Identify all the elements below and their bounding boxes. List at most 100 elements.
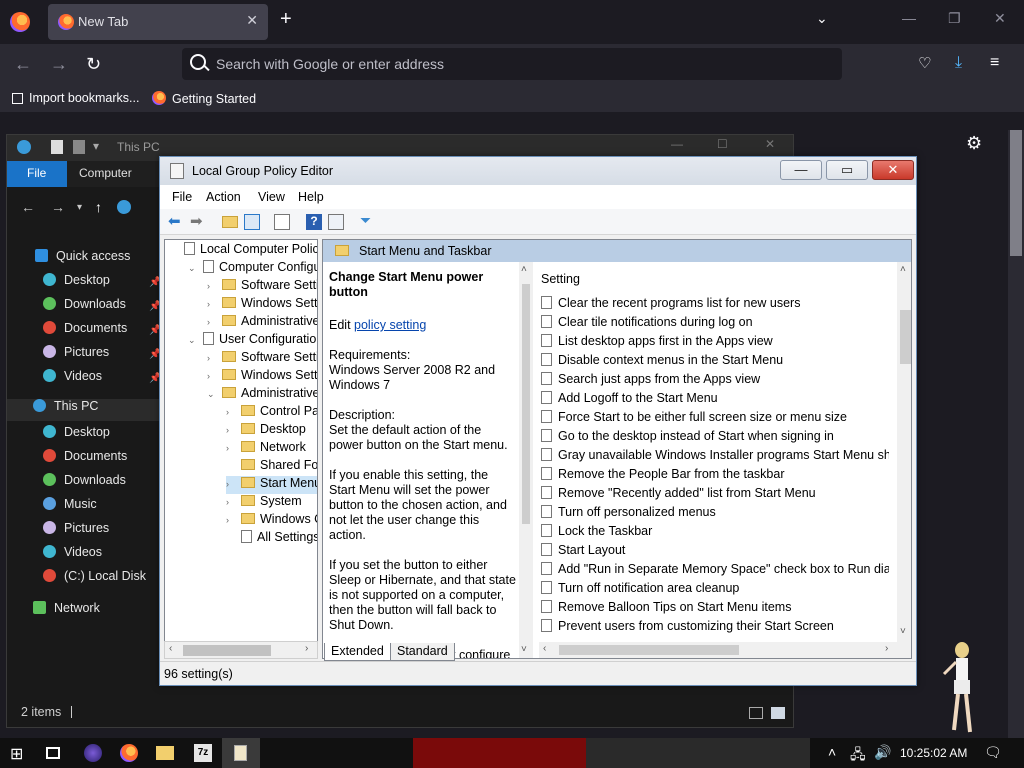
tree-horizontal-scrollbar[interactable]: ‹ › xyxy=(164,641,318,659)
restore-icon[interactable]: ❐ xyxy=(948,10,961,27)
back-icon[interactable]: ← xyxy=(14,54,32,75)
tab-extended[interactable]: Extended xyxy=(324,643,391,661)
scroll-left-icon[interactable]: ‹ xyxy=(543,643,546,654)
chevron-right-icon[interactable]: › xyxy=(207,371,219,381)
up-one-level-icon[interactable] xyxy=(222,216,238,228)
explorer-up-icon[interactable]: ↑ xyxy=(95,199,102,215)
new-tab-button[interactable]: + xyxy=(280,8,292,31)
setting-row[interactable]: Prevent users from customizing their Sta… xyxy=(541,619,889,638)
export-list-icon[interactable] xyxy=(274,214,290,230)
downloads-icon[interactable]: ⤓ xyxy=(955,54,962,72)
forward-icon[interactable]: → xyxy=(50,54,68,75)
network-tray-icon[interactable]: 🖧 xyxy=(850,744,866,768)
settings-hscroll-thumb[interactable] xyxy=(559,645,739,655)
tree-item[interactable]: › Network xyxy=(226,440,306,458)
gpe-minimize-button[interactable]: — xyxy=(780,160,822,180)
gear-icon[interactable]: ⚙ xyxy=(966,133,982,154)
gpe-close-button[interactable]: ✕ xyxy=(872,160,914,180)
description-scroll-thumb[interactable] xyxy=(522,284,530,524)
nav-pc-downloads[interactable]: Downloads xyxy=(43,473,126,495)
nav-pictures[interactable]: Pictures xyxy=(43,345,109,367)
setting-row[interactable]: Remove "Recently added" list from Start … xyxy=(541,486,889,505)
tree-item[interactable]: › Software Settings xyxy=(207,278,317,296)
scroll-right-icon[interactable]: › xyxy=(885,643,888,654)
chevron-right-icon[interactable]: › xyxy=(226,443,238,453)
chevron-right-icon[interactable]: › xyxy=(226,407,238,417)
firefox-logo-icon[interactable] xyxy=(10,12,30,32)
chevron-right-icon[interactable]: › xyxy=(226,497,238,507)
menu-view[interactable]: View xyxy=(258,190,285,204)
settings-column-header[interactable]: Setting xyxy=(541,272,580,286)
browser-app-icon[interactable] xyxy=(84,744,102,762)
tree-item[interactable]: › System xyxy=(226,494,302,512)
tree-item[interactable]: ⌄ Computer Configura xyxy=(188,260,317,278)
quick-toolbar-dropdown-icon[interactable]: ▾ xyxy=(93,139,99,153)
start-windows-icon[interactable]: ⊞ xyxy=(10,744,28,763)
tree-scroll-thumb[interactable] xyxy=(183,645,271,656)
view-toggle-icons[interactable] xyxy=(749,705,789,721)
nav-this-pc[interactable]: This PC xyxy=(7,399,159,421)
setting-row[interactable]: List desktop apps first in the Apps view xyxy=(541,334,889,353)
setting-row[interactable]: Search just apps from the Apps view xyxy=(541,372,889,391)
tree-item[interactable]: › Desktop xyxy=(226,422,306,440)
recent-locations-icon[interactable]: ▾ xyxy=(77,202,82,213)
show-hide-tree-icon[interactable] xyxy=(244,214,260,230)
file-explorer-taskbar-icon[interactable] xyxy=(156,746,174,760)
nav-pc-local-disk[interactable]: (C:) Local Disk xyxy=(43,569,146,591)
forward-arrow-icon[interactable]: ➡ xyxy=(190,212,206,230)
scroll-right-icon[interactable]: › xyxy=(305,643,308,654)
filter-icon[interactable]: ⏷ xyxy=(360,212,376,228)
tab-close-icon[interactable]: ✕ xyxy=(246,12,258,29)
minimize-icon[interactable]: — xyxy=(902,10,916,26)
chevron-down-icon[interactable]: ⌄ xyxy=(188,335,200,346)
edit-policy-link[interactable]: policy setting xyxy=(354,318,426,332)
pocket-icon[interactable]: ♡ xyxy=(918,54,931,72)
bookmark-import[interactable]: Import bookmarks... xyxy=(12,91,139,105)
chevron-right-icon[interactable]: › xyxy=(226,425,238,435)
gpe-maximize-button[interactable]: ▭ xyxy=(826,160,868,180)
address-input[interactable]: Search with Google or enter address xyxy=(216,56,444,72)
menu-file[interactable]: File xyxy=(172,190,192,204)
chevron-right-icon[interactable]: › xyxy=(226,479,238,489)
nav-pc-videos[interactable]: Videos xyxy=(43,545,102,567)
setting-row[interactable]: Turn off notification area cleanup xyxy=(541,581,889,600)
notifications-icon[interactable]: 🗨 xyxy=(984,744,1002,761)
tree-item[interactable]: › Windows Setting xyxy=(207,368,317,386)
menu-icon[interactable]: ≡ xyxy=(990,54,999,72)
scroll-left-icon[interactable]: ‹ xyxy=(169,643,172,654)
nav-desktop[interactable]: Desktop xyxy=(43,273,110,295)
explorer-maximize-icon[interactable]: ☐ xyxy=(717,137,728,151)
list-all-tabs-icon[interactable]: ⌄ xyxy=(816,10,828,27)
setting-row[interactable]: Remove Balloon Tips on Start Menu items xyxy=(541,600,889,619)
setting-row[interactable]: Clear tile notifications during log on xyxy=(541,315,889,334)
ribbon-tab-file[interactable]: File xyxy=(7,161,67,187)
taskbar-clock[interactable]: 10:25:02 AM xyxy=(900,746,967,760)
nav-videos[interactable]: Videos xyxy=(43,369,102,391)
setting-row[interactable]: Add "Run in Separate Memory Space" check… xyxy=(541,562,889,581)
help-icon[interactable]: ? xyxy=(306,214,322,230)
nav-pc-desktop[interactable]: Desktop xyxy=(43,425,110,447)
tree-item[interactable]: All Settings xyxy=(226,530,317,548)
explorer-close-icon[interactable]: ✕ xyxy=(765,137,775,151)
chevron-down-icon[interactable]: ⌄ xyxy=(188,263,200,274)
chevron-right-icon[interactable]: › xyxy=(226,515,238,525)
chevron-right-icon[interactable]: › xyxy=(207,299,219,309)
chevron-right-icon[interactable]: › xyxy=(207,353,219,363)
page-scrollbar-thumb[interactable] xyxy=(1010,130,1022,256)
scroll-up-icon[interactable]: ˄ xyxy=(521,264,527,275)
setting-row[interactable]: Go to the desktop instead of Start when … xyxy=(541,429,889,448)
close-window-icon[interactable]: ✕ xyxy=(994,10,1006,27)
tree-item[interactable]: Shared Folder xyxy=(226,458,317,476)
explorer-minimize-icon[interactable]: — xyxy=(671,137,683,151)
bookmark-getting-started[interactable]: Getting Started xyxy=(152,91,256,106)
task-view-icon[interactable] xyxy=(46,747,60,759)
nav-documents[interactable]: Documents xyxy=(43,321,127,343)
firefox-taskbar-icon[interactable] xyxy=(120,744,138,762)
new-folder-icon[interactable] xyxy=(73,140,85,154)
tab-new-tab[interactable]: New Tab ✕ xyxy=(48,4,268,40)
setting-row[interactable]: Gray unavailable Windows Installer progr… xyxy=(541,448,889,467)
nav-pc-documents[interactable]: Documents xyxy=(43,449,127,471)
volume-icon[interactable]: 🔊 xyxy=(874,744,891,761)
scroll-down-icon[interactable]: ˅ xyxy=(900,626,906,637)
tree-item[interactable]: ⌄ User Configuration xyxy=(188,332,317,350)
